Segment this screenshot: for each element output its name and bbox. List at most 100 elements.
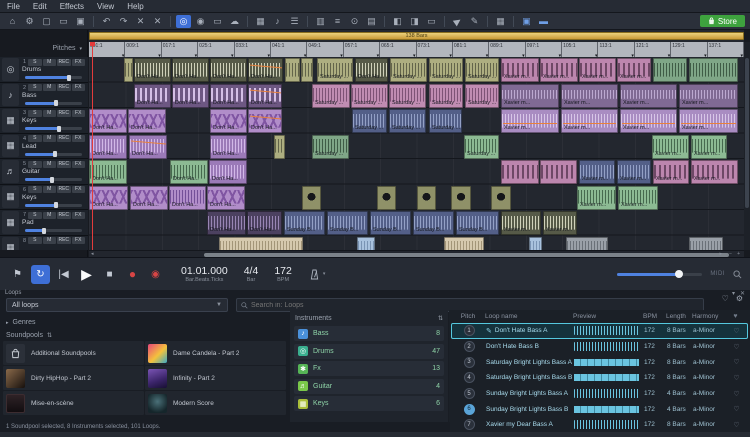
clip[interactable]: Xavier m... <box>653 160 689 184</box>
ruler-segment[interactable]: 121:1▾ <box>635 42 671 57</box>
instrument-row[interactable]: ♪Bass8 <box>294 326 444 341</box>
clip[interactable] <box>357 237 375 251</box>
track-m-button[interactable]: M <box>43 110 57 117</box>
ruler-segment[interactable]: 089:1▾ <box>489 42 525 57</box>
track-s-button[interactable]: S <box>28 59 42 66</box>
cloud-import-icon[interactable]: ☁ <box>227 15 242 28</box>
track-fx-button[interactable]: FX <box>72 161 86 168</box>
track-header[interactable]: ▦6SMRECFXKeys <box>0 185 88 211</box>
pitch-badge[interactable]: 2 <box>464 341 475 352</box>
clip[interactable]: Don't Ha... <box>248 84 282 108</box>
track-fx-button[interactable]: FX <box>72 237 86 244</box>
track-header[interactable]: ▦8SMRECFX <box>0 236 88 251</box>
track-volume-slider[interactable] <box>25 102 82 105</box>
clip[interactable]: Xavier m... <box>691 135 727 159</box>
media-folder-icon[interactable]: ▭ <box>210 15 225 28</box>
track-m-button[interactable]: M <box>43 161 57 168</box>
pitch-badge[interactable]: 5 <box>464 388 475 399</box>
track-header[interactable]: ▦4SMRECFXLead <box>0 134 88 160</box>
instrument-grid-icon[interactable]: ▦ <box>253 15 268 28</box>
menu-view[interactable]: View <box>97 2 114 11</box>
signature-display[interactable]: 4/4 Bar <box>244 265 259 283</box>
timeline-ruler[interactable]: 001:1▾009:1▾017:1▾025:1▾033:1▾041:1▾049:… <box>89 42 744 57</box>
redo-icon[interactable]: ↷ <box>116 15 131 28</box>
clip[interactable]: Don't Ha... <box>89 109 127 133</box>
record-mode-icon[interactable]: ◉ <box>193 15 208 28</box>
clip[interactable]: Saturday ... <box>389 109 426 133</box>
home-icon[interactable]: ⌂ <box>5 15 20 28</box>
clip[interactable]: Sunday B... <box>284 211 325 235</box>
track-rec-button[interactable]: REC <box>57 110 71 117</box>
track-header[interactable]: ♪2SMRECFXBass <box>0 83 88 109</box>
clip[interactable]: Don't Ha... <box>210 135 247 159</box>
clip[interactable]: Don't Ha... <box>207 211 246 235</box>
pitch-badge[interactable]: 6 <box>464 404 475 415</box>
column-header-loop-name[interactable]: Loop name <box>485 313 573 320</box>
column-header-preview[interactable]: Preview <box>573 313 643 320</box>
clip[interactable]: Don't Ha... <box>134 58 171 82</box>
favorite-icon[interactable]: ♡ <box>729 327 744 335</box>
settings-icon[interactable]: ⚙ <box>22 15 37 28</box>
track-header[interactable]: ♬5SMRECFXGuitar <box>0 159 88 185</box>
loop-toggle-button[interactable]: ↻ <box>31 265 50 284</box>
stop-button[interactable]: ■ <box>100 265 119 284</box>
skip-start-button[interactable]: |◀ <box>54 265 73 284</box>
track-s-button[interactable]: S <box>28 161 42 168</box>
soundpool-item[interactable]: Modern Score <box>145 391 286 415</box>
time-display[interactable]: 01.01.000 Bar.Beats.Ticks <box>181 265 228 283</box>
column-header-bpm[interactable]: BPM <box>643 313 666 320</box>
pitch-badge[interactable]: 4 <box>464 372 475 383</box>
undo-icon[interactable]: ↶ <box>99 15 114 28</box>
mixer-icon[interactable]: ≡ <box>330 15 345 28</box>
clip[interactable]: Xavier m... <box>501 211 541 235</box>
loop-row[interactable]: 1✎Don't Hate Bass A1728 Barsa-Minor♡ <box>451 323 748 339</box>
menu-effects[interactable]: Effects <box>60 2 84 11</box>
clip[interactable] <box>566 237 608 251</box>
clip[interactable]: Xavier m... <box>618 186 658 210</box>
pointer-tool-icon[interactable]: ▶ <box>448 11 468 30</box>
bpm-display[interactable]: 172 BPM <box>274 265 292 283</box>
clip[interactable]: Don't Ha... <box>355 58 388 82</box>
favorite-icon[interactable]: ♡ <box>729 390 744 398</box>
clip[interactable]: Sunday B... <box>370 211 411 235</box>
column-header-harmony[interactable]: Harmony <box>692 313 728 320</box>
clip[interactable]: Xavier m... <box>617 58 651 82</box>
ruler-segment[interactable]: 129:1▾ <box>671 42 707 57</box>
clip[interactable]: Saturday ... <box>429 109 462 133</box>
clip[interactable] <box>444 237 484 251</box>
instrument-row[interactable]: ♬Guitar4 <box>294 379 444 394</box>
track-rec-button[interactable]: REC <box>57 237 71 244</box>
clip[interactable] <box>124 58 133 82</box>
clip[interactable] <box>219 237 303 251</box>
track-fx-button[interactable]: FX <box>72 110 86 117</box>
draw-tool-icon[interactable]: ✎ <box>467 15 482 28</box>
master-volume-slider[interactable] <box>617 273 702 276</box>
vertical-scrollbar[interactable] <box>744 42 750 250</box>
favorite-icon[interactable]: ♡ <box>729 405 744 413</box>
gear-icon[interactable]: ⚙ <box>736 294 743 303</box>
piano-icon[interactable]: ▥ <box>313 15 328 28</box>
clip[interactable]: Don't Ha... <box>248 109 282 133</box>
track-header[interactable]: ◎1SMRECFXDrums <box>0 57 88 83</box>
punch-record-button[interactable]: ◉ <box>146 265 165 284</box>
ruler-segment[interactable]: 009:1▾ <box>125 42 161 57</box>
track-header[interactable]: ▦3SMRECFXKeys <box>0 108 88 134</box>
clip[interactable]: Don't Ha... <box>209 160 247 184</box>
ruler-segment[interactable]: 041:1▾ <box>271 42 307 57</box>
open-project-icon[interactable]: ▭ <box>56 15 71 28</box>
track-fx-button[interactable]: FX <box>72 135 86 142</box>
soundpool-item[interactable]: Dame Candela - Part 2 <box>145 341 286 365</box>
clip[interactable]: Xavier m... <box>620 109 677 133</box>
track-m-button[interactable]: M <box>43 59 57 66</box>
sort-icon[interactable]: ⇅ <box>438 315 443 322</box>
clip[interactable]: Xavier m... <box>691 160 738 184</box>
clip[interactable]: Xavier m... <box>561 84 618 108</box>
ruler-segment[interactable]: 105:1▾ <box>562 42 598 57</box>
search-input[interactable] <box>251 302 699 309</box>
track-volume-slider[interactable] <box>25 204 82 207</box>
genres-expand-icon[interactable]: ▸ <box>6 320 9 326</box>
clip[interactable] <box>501 160 539 184</box>
clip[interactable]: Don't Ha... <box>89 135 127 159</box>
track-fx-button[interactable]: FX <box>72 186 86 193</box>
track-rec-button[interactable]: REC <box>57 135 71 142</box>
